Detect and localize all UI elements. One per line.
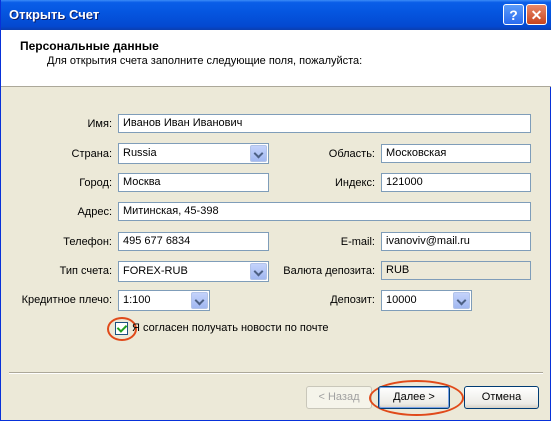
account-type-select[interactable]: FOREX-RUB (118, 261, 269, 282)
leverage-label: Кредитное плечо: (21, 294, 112, 306)
phone-input[interactable]: 495 677 6834 (118, 232, 269, 251)
next-button[interactable]: Далее > (378, 386, 450, 409)
account-type-label: Тип счета: (59, 265, 112, 277)
country-label: Страна: (71, 148, 112, 160)
footer-divider (9, 372, 543, 374)
city-input[interactable]: Москва (118, 173, 269, 192)
phone-label: Телефон: (63, 236, 112, 248)
chevron-down-icon[interactable] (250, 263, 267, 280)
checkmark-icon (116, 322, 128, 333)
deposit-select[interactable]: 10000 (381, 290, 472, 311)
region-label: Область: (328, 148, 375, 160)
header-title: Персональные данные (20, 39, 159, 53)
cancel-button[interactable]: Отмена (464, 386, 539, 409)
address-input[interactable]: Митинская, 45-398 (118, 202, 531, 221)
header-subtitle: Для открытия счета заполните следующие п… (47, 55, 363, 67)
city-label: Город: (79, 177, 112, 189)
zip-input[interactable]: 121000 (381, 173, 531, 192)
email-input[interactable]: ivanoviv@mail.ru (381, 232, 531, 251)
back-button[interactable]: < Назад (306, 386, 372, 409)
address-label: Адрес: (77, 206, 112, 218)
dialog-window: Открыть Счет ? ✕ Персональные данные Для… (0, 0, 551, 421)
leverage-select[interactable]: 1:100 (118, 290, 210, 311)
newsletter-checkbox[interactable] (115, 322, 128, 335)
email-label: E-mail: (340, 236, 375, 248)
country-select[interactable]: Russia (118, 143, 269, 164)
region-input[interactable]: Московская (381, 144, 531, 163)
currency-field: RUB (381, 261, 531, 280)
account-type-value: FOREX-RUB (123, 265, 188, 277)
leverage-value: 1:100 (123, 294, 151, 306)
deposit-label: Депозит: (330, 294, 375, 306)
deposit-value: 10000 (386, 294, 417, 306)
zip-label: Индекс: (334, 177, 375, 189)
chevron-down-icon[interactable] (250, 145, 267, 162)
window-title: Открыть Счет (9, 7, 100, 22)
name-input[interactable]: Иванов Иван Иванович (118, 114, 531, 133)
country-value: Russia (123, 147, 157, 159)
close-button[interactable]: ✕ (526, 4, 547, 25)
name-label: Имя: (87, 118, 112, 130)
title-bar[interactable]: Открыть Счет ? ✕ (1, 0, 551, 30)
dialog-header: Персональные данные Для открытия счета з… (1, 30, 551, 87)
help-button[interactable]: ? (503, 4, 524, 25)
newsletter-label[interactable]: Я согласен получать новости по почте (132, 322, 328, 334)
currency-label: Валюта депозита: (283, 265, 375, 277)
chevron-down-icon[interactable] (453, 292, 470, 309)
chevron-down-icon[interactable] (191, 292, 208, 309)
